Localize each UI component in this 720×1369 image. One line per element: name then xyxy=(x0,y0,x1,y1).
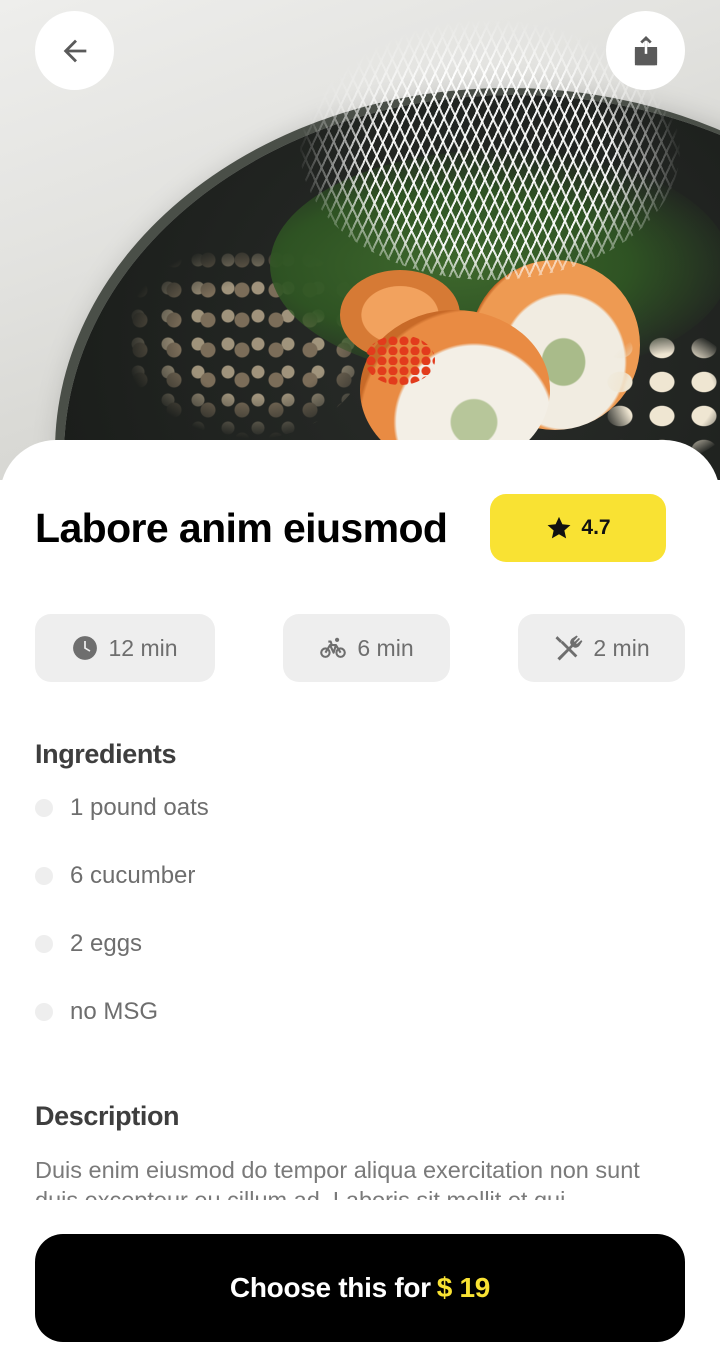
arrow-left-icon xyxy=(63,39,86,62)
rating-badge: 4.7 xyxy=(490,494,666,562)
choose-dish-button[interactable]: Choose this for $ 19 xyxy=(35,1234,685,1342)
serve-time-chip: 2 min xyxy=(518,614,685,682)
recipe-title: Labore anim eiusmod xyxy=(35,505,448,551)
bullet-icon xyxy=(35,799,53,817)
description-heading: Description xyxy=(35,1101,180,1131)
list-item: 2 eggs xyxy=(35,926,209,994)
ingredient-label: no MSG xyxy=(70,998,159,1025)
ingredients-list: 1 pound oats 6 cucumber 2 eggs no MSG xyxy=(35,790,209,1062)
delivery-time-chip: 6 min xyxy=(283,614,450,682)
prep-time-label: 12 min xyxy=(108,634,178,661)
rating-value: 4.7 xyxy=(581,516,611,539)
description-text: Duis enim eiusmod do tempor aliqua exerc… xyxy=(35,1157,640,1200)
cta-label: Choose this for xyxy=(229,1272,431,1303)
bullet-icon xyxy=(35,935,53,953)
bullet-icon xyxy=(35,1003,53,1021)
prep-time-chip: 12 min xyxy=(35,614,215,682)
ingredients-heading: Ingredients xyxy=(35,739,177,769)
delivery-time-label: 6 min xyxy=(357,634,414,661)
ingredient-label: 2 eggs xyxy=(70,930,143,957)
share-icon xyxy=(634,35,657,65)
clock-icon xyxy=(73,636,98,660)
list-item: 6 cucumber xyxy=(35,858,209,926)
star-icon xyxy=(547,516,571,539)
list-item: 1 pound oats xyxy=(35,790,209,858)
back-button[interactable] xyxy=(35,11,114,90)
bullet-icon xyxy=(35,867,53,885)
ingredient-label: 6 cucumber xyxy=(70,862,196,889)
serve-time-label: 2 min xyxy=(593,634,650,661)
bicycle-icon xyxy=(320,637,347,658)
list-item: no MSG xyxy=(35,994,209,1062)
cta-price: $ 19 xyxy=(436,1272,491,1303)
ingredient-label: 1 pound oats xyxy=(70,794,209,821)
utensils-icon xyxy=(555,635,583,661)
caviar xyxy=(365,335,435,385)
share-button[interactable] xyxy=(606,11,685,90)
